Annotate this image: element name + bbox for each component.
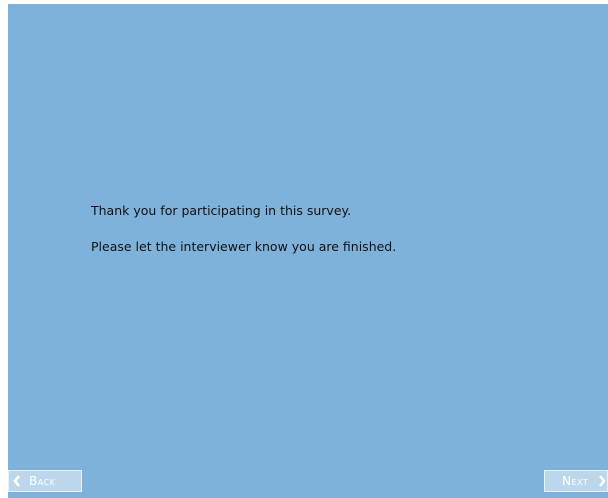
- chevron-right-icon: [598, 475, 606, 487]
- chevron-left-icon: [13, 475, 21, 487]
- back-button[interactable]: Back: [8, 470, 82, 492]
- back-label: Back: [29, 474, 56, 488]
- survey-screen: Thank you for participating in this surv…: [8, 4, 608, 498]
- thank-you-text: Thank you for participating in this surv…: [91, 203, 352, 218]
- finished-instruction-text: Please let the interviewer know you are …: [91, 239, 397, 254]
- next-label: Next: [562, 474, 589, 488]
- completion-message: Thank you for participating in this surv…: [91, 202, 396, 274]
- next-button[interactable]: Next: [544, 470, 608, 492]
